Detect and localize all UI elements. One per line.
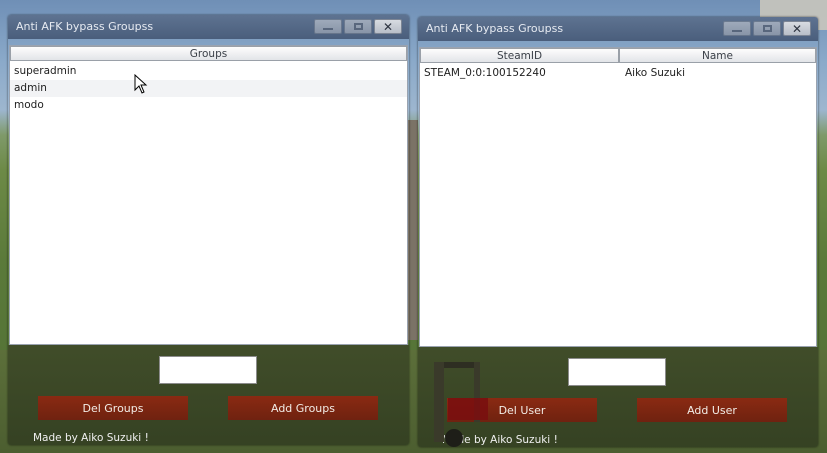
close-icon: ✕ bbox=[382, 19, 394, 34]
list-item[interactable]: superadmin bbox=[10, 63, 407, 80]
column-header-groups[interactable]: Groups bbox=[10, 46, 407, 61]
maximize-icon bbox=[762, 25, 772, 32]
forklift-prop bbox=[434, 362, 488, 447]
window-title: Anti AFK bypass Groupss bbox=[426, 22, 564, 35]
background-building bbox=[408, 120, 418, 340]
steamid-cell: STEAM_0:0:100152240 bbox=[424, 67, 546, 79]
list-item[interactable]: admin bbox=[10, 80, 407, 97]
controls-panel: Del Groups Add Groups Made by Aiko Suzuk… bbox=[8, 345, 409, 445]
group-name-input[interactable] bbox=[159, 356, 257, 384]
del-groups-button[interactable]: Del Groups bbox=[38, 396, 188, 420]
minimize-button[interactable] bbox=[723, 21, 751, 36]
users-list[interactable]: SteamID Name STEAM_0:0:100152240 Aiko Su… bbox=[419, 47, 817, 347]
group-name: superadmin bbox=[14, 65, 77, 77]
mouse-cursor-icon bbox=[134, 74, 148, 94]
group-name: modo bbox=[14, 99, 44, 111]
steamid-input[interactable] bbox=[568, 358, 666, 386]
maximize-button[interactable] bbox=[753, 21, 781, 36]
close-icon: ✕ bbox=[791, 21, 803, 36]
close-button[interactable]: ✕ bbox=[374, 19, 402, 34]
column-header-name[interactable]: Name bbox=[619, 48, 816, 63]
groups-list[interactable]: Groups superadmin admin modo bbox=[9, 45, 408, 345]
maximize-icon bbox=[353, 23, 363, 30]
close-button[interactable]: ✕ bbox=[783, 21, 811, 36]
minimize-icon bbox=[732, 30, 742, 32]
title-bar[interactable]: Anti AFK bypass Groupss ✕ bbox=[8, 15, 409, 39]
group-name: admin bbox=[14, 82, 47, 94]
title-bar[interactable]: Anti AFK bypass Groupss ✕ bbox=[418, 17, 818, 41]
column-header-steamid[interactable]: SteamID bbox=[420, 48, 619, 63]
groups-window: Anti AFK bypass Groupss ✕ Groups superad… bbox=[8, 15, 409, 445]
add-user-button[interactable]: Add User bbox=[637, 398, 787, 422]
add-groups-button[interactable]: Add Groups bbox=[228, 396, 378, 420]
table-row[interactable]: STEAM_0:0:100152240 Aiko Suzuki bbox=[420, 65, 816, 82]
name-cell: Aiko Suzuki bbox=[625, 67, 686, 79]
minimize-icon bbox=[323, 28, 333, 30]
credit-text: Made by Aiko Suzuki ! bbox=[33, 432, 149, 444]
window-title: Anti AFK bypass Groupss bbox=[16, 20, 154, 33]
maximize-button[interactable] bbox=[344, 19, 372, 34]
minimize-button[interactable] bbox=[314, 19, 342, 34]
list-item[interactable]: modo bbox=[10, 97, 407, 114]
